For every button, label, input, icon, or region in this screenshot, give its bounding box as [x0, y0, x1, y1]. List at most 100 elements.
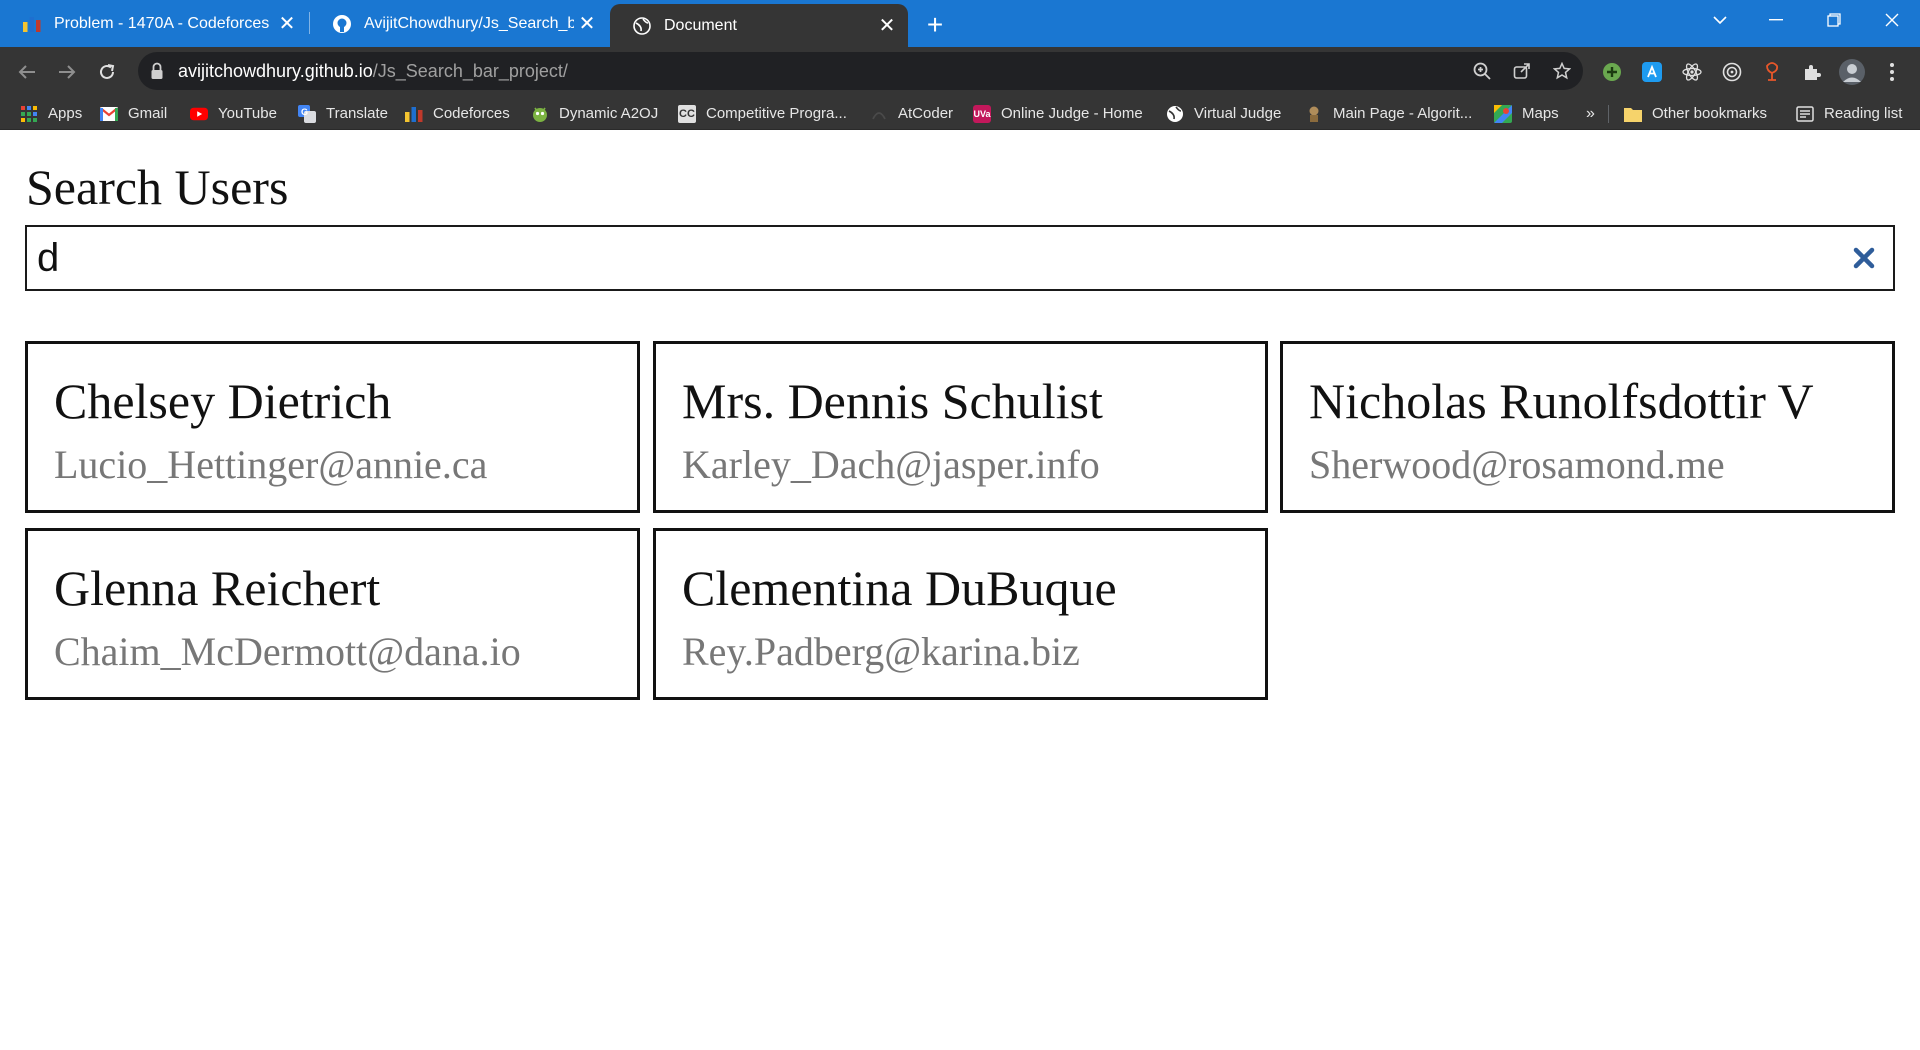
bookmark-algorithmist[interactable]: Main Page - Algorit... — [1305, 97, 1472, 130]
back-button[interactable] — [10, 55, 44, 89]
clear-search-icon[interactable] — [1847, 241, 1881, 275]
search-container — [25, 225, 1895, 291]
bookmark-label: Dynamic A2OJ — [559, 105, 659, 122]
bookmark-online-judge[interactable]: UVa Online Judge - Home — [973, 97, 1143, 130]
close-tab-icon[interactable]: ✕ — [874, 13, 900, 39]
user-email: Sherwood@rosamond.me — [1309, 442, 1725, 487]
extensions-puzzle-icon[interactable] — [1796, 56, 1828, 88]
user-email: Karley_Dach@jasper.info — [682, 442, 1100, 487]
codeforces-icon — [22, 14, 42, 34]
share-icon[interactable] — [1508, 57, 1536, 85]
tab-document[interactable]: Document ✕ — [610, 4, 908, 47]
user-email: Lucio_Hettinger@annie.ca — [54, 442, 488, 487]
bookmark-maps[interactable]: Maps — [1494, 97, 1559, 130]
bookmark-label: YouTube — [218, 105, 277, 122]
cc-icon: CC — [678, 104, 696, 123]
other-bookmarks-button[interactable]: Other bookmarks — [1624, 97, 1767, 130]
url-path: /Js_Search_bar_project/ — [372, 61, 568, 81]
tab-title: Document — [664, 16, 737, 34]
address-bar[interactable]: avijitchowdhury.github.io/Js_Search_bar_… — [138, 52, 1583, 90]
reading-list-icon — [1796, 105, 1814, 123]
target-extension-icon[interactable] — [1716, 56, 1748, 88]
user-card: Chelsey Dietrich Lucio_Hettinger@annie.c… — [25, 341, 640, 513]
bookmark-label: AtCoder — [898, 105, 954, 122]
globe-icon — [1166, 105, 1184, 123]
algorithmist-icon — [1305, 105, 1323, 123]
tab-github[interactable]: AvijitChowdhury/Js_Search_bar_p ✕ — [310, 0, 608, 47]
bookmark-label: Online Judge - Home — [1001, 105, 1143, 122]
svg-text:G: G — [301, 107, 308, 117]
bookmark-youtube[interactable]: YouTube — [190, 97, 277, 130]
react-devtools-icon[interactable] — [1676, 56, 1708, 88]
search-input[interactable] — [27, 227, 1827, 289]
bookmark-codeforces[interactable]: Codeforces — [405, 97, 510, 130]
minimize-button[interactable] — [1756, 0, 1796, 40]
bookmark-label: Gmail — [128, 105, 168, 122]
browser-toolbar: avijitchowdhury.github.io/Js_Search_bar_… — [0, 47, 1920, 97]
atcoder-icon — [870, 105, 888, 123]
tab-search-icon[interactable] — [1700, 0, 1740, 40]
bookmark-gmail[interactable]: Gmail — [100, 97, 167, 130]
bookmark-label: Competitive Progra... — [706, 105, 847, 122]
browser-menu-icon[interactable] — [1876, 56, 1908, 88]
bookmark-apps[interactable]: Apps — [20, 97, 82, 130]
bookmark-label: Apps — [48, 105, 83, 122]
close-window-button[interactable] — [1872, 0, 1912, 40]
gmail-icon — [100, 105, 118, 123]
bookmark-competitive-programming[interactable]: CC Competitive Progra... — [678, 97, 847, 130]
bookmarks-bar: Apps Gmail YouTube G Translate Codeforce… — [0, 97, 1920, 130]
user-name: Mrs. Dennis Schulist — [682, 373, 1103, 429]
url-text: avijitchowdhury.github.io/Js_Search_bar_… — [178, 52, 568, 90]
bookmark-label: Maps — [1522, 105, 1559, 122]
restore-button[interactable] — [1814, 0, 1854, 40]
zoom-icon[interactable] — [1468, 57, 1496, 85]
reading-list-button[interactable]: Reading list — [1796, 97, 1902, 130]
bookmark-translate[interactable]: G Translate — [298, 97, 388, 130]
folder-icon — [1624, 105, 1642, 123]
other-bookmarks-label: Other bookmarks — [1652, 105, 1768, 122]
profile-avatar[interactable] — [1836, 56, 1868, 88]
user-email: Chaim_McDermott@dana.io — [54, 629, 521, 674]
user-email: Rey.Padberg@karina.biz — [682, 629, 1080, 674]
bookmark-label: Main Page - Algorit... — [1333, 105, 1473, 122]
forward-button[interactable] — [50, 55, 84, 89]
user-card: Mrs. Dennis Schulist Karley_Dach@jasper.… — [653, 341, 1268, 513]
page-title: Search Users — [26, 159, 289, 215]
github-icon — [332, 14, 352, 34]
bookmarks-separator — [1608, 105, 1609, 123]
user-name: Glenna Reichert — [54, 560, 381, 616]
close-tab-icon[interactable]: ✕ — [274, 11, 300, 37]
reload-button[interactable] — [90, 55, 124, 89]
bookmark-label: Translate — [326, 105, 388, 122]
bookmark-atcoder[interactable]: AtCoder — [870, 97, 953, 130]
user-name: Nicholas Runolfsdottir V — [1309, 373, 1814, 429]
bookmark-label: Virtual Judge — [1194, 105, 1282, 122]
codeforces-icon — [405, 105, 423, 123]
app-store-extension-icon[interactable] — [1636, 56, 1668, 88]
bookmark-star-icon[interactable] — [1548, 57, 1576, 85]
url-host: avijitchowdhury.github.io — [178, 61, 373, 81]
youtube-icon — [190, 105, 208, 123]
bookmark-virtual-judge[interactable]: Virtual Judge — [1166, 97, 1281, 130]
lock-icon — [150, 62, 164, 80]
user-name: Clementina DuBuque — [682, 560, 1117, 616]
user-card: Clementina DuBuque Rey.Padberg@karina.bi… — [653, 528, 1268, 700]
user-card: Glenna Reichert Chaim_McDermott@dana.io — [25, 528, 640, 700]
globe-icon — [632, 16, 652, 36]
user-name: Chelsey Dietrich — [54, 373, 392, 429]
tab-title: AvijitChowdhury/Js_Search_bar_p — [364, 14, 574, 32]
bookmarks-overflow-button[interactable]: » — [1586, 97, 1595, 130]
tab-codeforces[interactable]: Problem - 1470A - Codeforces ✕ — [0, 0, 308, 47]
uva-icon: UVa — [973, 104, 991, 123]
page-content: Search Users Chelsey Dietrich Lucio_Hett… — [0, 130, 1920, 1050]
competitive-companion-icon[interactable] — [1756, 56, 1788, 88]
close-tab-icon[interactable]: ✕ — [574, 11, 600, 37]
green-extension-icon[interactable] — [1596, 56, 1628, 88]
user-card: Nicholas Runolfsdottir V Sherwood@rosamo… — [1280, 341, 1895, 513]
bookmark-dynamic-a2oj[interactable]: Dynamic A2OJ — [531, 97, 658, 130]
bookmark-label: Codeforces — [433, 105, 510, 122]
translate-icon: G — [298, 104, 316, 123]
new-tab-button[interactable]: + — [918, 8, 952, 42]
a2oj-icon — [531, 105, 549, 123]
tab-title: Problem - 1470A - Codeforces — [54, 14, 270, 32]
